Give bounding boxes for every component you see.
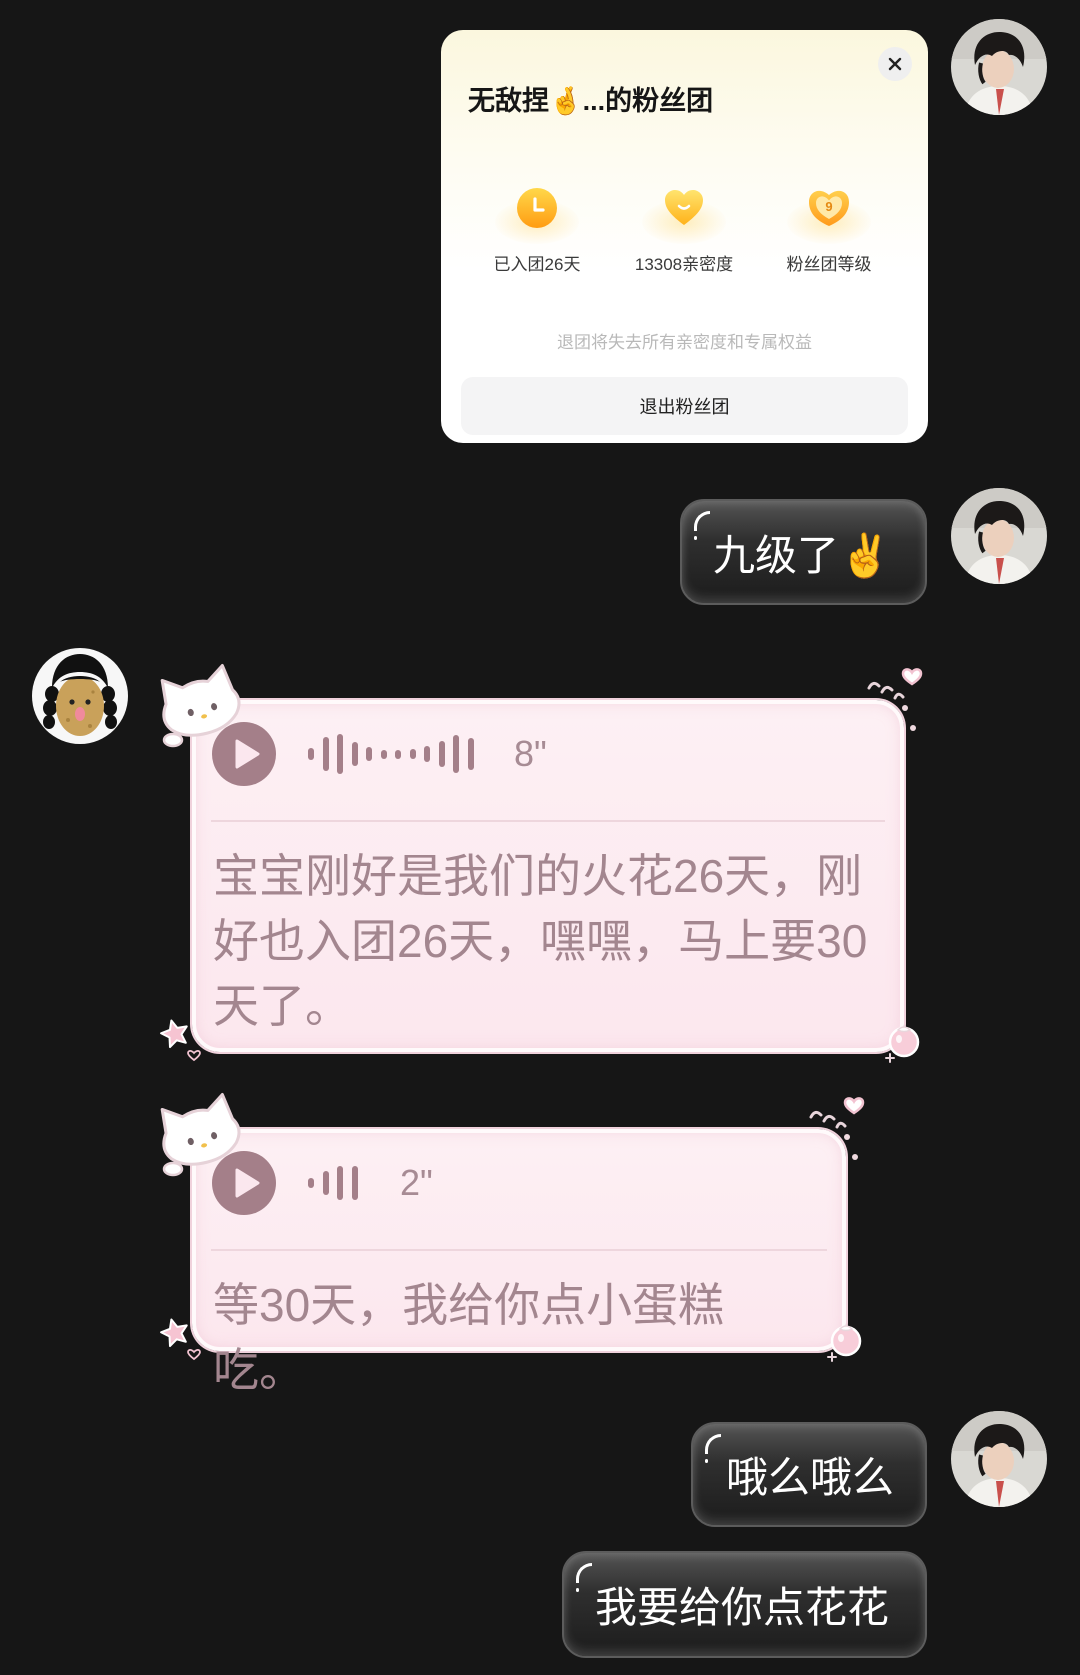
divider: [211, 820, 885, 822]
voice-waveform: [308, 1151, 366, 1215]
waveform-bar: [351, 742, 358, 766]
bubble-shine: [705, 1434, 721, 1463]
boy-avatar-icon: [951, 1411, 1047, 1507]
boy-avatar-icon: [951, 19, 1047, 115]
fan-club-card[interactable]: 无敌捏🤞...的粉丝团 已入团26天 13308亲密度 9 粉丝团等级 退团将失…: [441, 30, 928, 443]
fan-level-number: 9: [825, 199, 832, 214]
self-avatar[interactable]: [951, 488, 1047, 584]
waveform-bar: [380, 749, 387, 759]
quit-warning-text: 退团将失去所有亲密度和专属权益: [557, 333, 812, 352]
waveform-bar: [337, 734, 343, 774]
sent-message-bubble[interactable]: 哦么哦么: [691, 1422, 927, 1527]
star-sticker: [158, 1018, 202, 1062]
waveform-bar: [351, 1166, 358, 1200]
boy-avatar-icon: [951, 488, 1047, 584]
stat-join-days: 已入团26天: [467, 170, 607, 290]
contact-avatar[interactable]: [32, 648, 128, 744]
close-button[interactable]: [878, 47, 912, 81]
waveform-bar: [308, 748, 314, 760]
strawberry-sticker: [824, 1319, 864, 1363]
kitty-head-sticker: [155, 1091, 245, 1177]
stat-label: 13308亲密度: [634, 255, 734, 274]
voice-duration: 8": [514, 733, 547, 774]
potato-girl-avatar-icon: [32, 648, 128, 744]
star-sticker: [158, 1317, 202, 1361]
waveform-bar: [337, 1166, 343, 1200]
stat-intimacy: 13308亲密度: [614, 170, 754, 290]
voice-message-bubble[interactable]: 2" 等30天，我给你点小蛋糕吃。: [160, 1092, 865, 1396]
self-avatar[interactable]: [951, 1411, 1047, 1507]
waveform-bar: [453, 735, 459, 773]
close-icon: [888, 57, 902, 71]
waveform-bar: [322, 737, 329, 771]
self-avatar[interactable]: [951, 19, 1047, 115]
waveform-bar: [395, 749, 401, 759]
voice-transcript: 等30天，我给你点小蛋糕吃。: [213, 1279, 725, 1396]
clock-icon: [515, 186, 559, 230]
divider: [211, 1249, 827, 1251]
message-text: 我要给你点花花: [595, 1584, 890, 1631]
stat-label: 已入团26天: [493, 255, 581, 274]
waveform-bar: [308, 1178, 314, 1188]
heart-swirl-sticker: [807, 1095, 865, 1169]
message-text: 九级了✌️: [713, 531, 892, 579]
voice-waveform: [308, 722, 482, 786]
waveform-bar: [409, 749, 416, 759]
kitty-head-sticker: [155, 662, 245, 748]
message-text: 哦么哦么: [726, 1454, 895, 1501]
voice-transcript: 宝宝刚好是我们的火花26天，刚好也入团26天，嘿嘿，马上要30天了。: [213, 850, 868, 1032]
smiling-heart-icon: [662, 186, 706, 230]
sent-message-bubble[interactable]: 我要给你点花花: [562, 1551, 927, 1658]
voice-message-bubble[interactable]: 8" 宝宝刚好是我们的火花26天，刚好也入团26天，嘿嘿，马上要30天了。: [160, 663, 923, 1063]
voice-duration: 2": [400, 1162, 433, 1203]
waveform-bar: [366, 747, 372, 761]
stat-fan-level: 9 粉丝团等级: [759, 170, 899, 290]
sent-message-bubble[interactable]: 九级了✌️: [680, 499, 927, 605]
waveform-bar: [322, 1171, 329, 1195]
fan-club-title: 无敌捏🤞...的粉丝团: [468, 86, 714, 116]
waveform-bar: [424, 746, 430, 762]
bubble-shine: [694, 511, 710, 540]
stat-label: 粉丝团等级: [786, 255, 872, 274]
quit-fan-club-button[interactable]: 退出粉丝团: [461, 377, 908, 435]
bubble-shine: [576, 1563, 592, 1592]
fan-level-badge-icon: 9: [807, 186, 851, 230]
heart-swirl-sticker: [865, 666, 923, 740]
waveform-bar: [467, 738, 474, 770]
strawberry-sticker: [882, 1020, 922, 1064]
waveform-bar: [438, 741, 445, 767]
